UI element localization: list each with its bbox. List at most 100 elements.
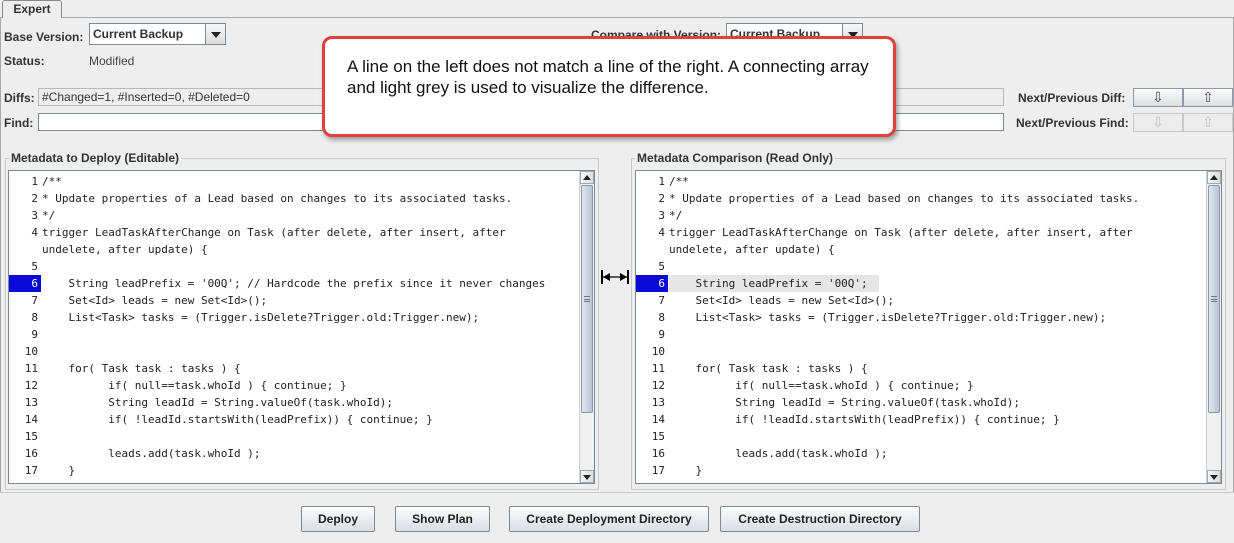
code-line: */ — [669, 209, 683, 222]
find-label: Find: — [4, 116, 34, 130]
line-number: 13 — [24, 396, 38, 409]
code-line: trigger LeadTaskAfterChange on Task (aft… — [42, 226, 506, 239]
line-number: 17 — [651, 464, 665, 477]
code-line: Set<Id> leads = new Set<Id>(); — [42, 294, 268, 307]
line-number: 16 — [651, 447, 665, 460]
right-code-editor[interactable]: 1 2 3 4 5 6 7 8 9 10 11 12 13 14 15 16 17 /** * Update pr… — [635, 170, 1222, 484]
code-line: * Update properties of a Lead based on c… — [42, 192, 513, 205]
code-line: String leadId = String.valueOf(task.whoI… — [669, 396, 1020, 409]
line-number: 2 — [658, 192, 665, 205]
left-code-editor[interactable]: 1 2 3 4 5 6 7 8 9 10 11 12 13 14 15 16 17 /** * Update pr… — [8, 170, 595, 484]
line-number: 7 — [658, 294, 665, 307]
next-find-button[interactable]: ⇩ — [1133, 113, 1183, 132]
create-deployment-directory-button[interactable]: Create Deployment Directory — [509, 506, 709, 532]
code-line: for( Task task : tasks ) { — [669, 362, 868, 375]
line-number: 8 — [658, 311, 665, 324]
next-previous-diff-label: Next/Previous Diff: — [1018, 91, 1126, 105]
line-number: 15 — [651, 430, 665, 443]
left-code-area[interactable]: /** * Update properties of a Lead based o… — [42, 171, 579, 483]
line-number: 1 — [658, 175, 665, 188]
line-number: 5 — [658, 260, 665, 273]
line-number: 11 — [24, 362, 38, 375]
line-number: 3 — [31, 209, 38, 222]
line-number: 2 — [31, 192, 38, 205]
code-line: */ — [42, 209, 56, 222]
base-version-value: Current Backup — [93, 27, 184, 41]
diffs-summary-text: #Changed=1, #Inserted=0, #Deleted=0 — [42, 90, 250, 104]
line-number: 8 — [31, 311, 38, 324]
code-line: } — [42, 464, 76, 477]
next-previous-find-label: Next/Previous Find: — [1016, 116, 1129, 130]
line-number: 15 — [24, 430, 38, 443]
right-panel-title: Metadata Comparison (Read Only) — [635, 151, 836, 165]
line-number: 7 — [31, 294, 38, 307]
left-vertical-scrollbar[interactable] — [579, 171, 594, 483]
code-line: String leadPrefix = '00Q'; // Hardcode t… — [42, 277, 546, 290]
code-line: /** — [42, 175, 62, 188]
line-number — [636, 241, 665, 258]
code-line: leads.add(task.whoId ); — [42, 447, 261, 460]
scroll-up-icon[interactable] — [1207, 171, 1221, 184]
line-number: 11 — [651, 362, 665, 375]
right-vertical-scrollbar[interactable] — [1206, 171, 1221, 483]
line-number: 14 — [24, 413, 38, 426]
bottom-button-bar: Deploy Show Plan Create Deployment Direc… — [0, 492, 1234, 543]
tab-strip: Expert — [0, 0, 1234, 19]
line-number: 9 — [658, 328, 665, 341]
status-label: Status: — [4, 54, 45, 68]
right-code-area[interactable]: /** * Update properties of a Lead based o… — [669, 171, 1206, 483]
line-number: 13 — [651, 396, 665, 409]
code-line: /** — [669, 175, 689, 188]
code-line: if( !leadId.startsWith(leadPrefix)) { co… — [669, 413, 1060, 426]
left-scroll-thumb[interactable] — [581, 185, 593, 413]
scroll-down-icon[interactable] — [580, 470, 594, 483]
code-line: * Update properties of a Lead based on c… — [669, 192, 1140, 205]
line-number: 5 — [31, 260, 38, 273]
base-version-label: Base Version: — [4, 30, 84, 44]
line-number: 4 — [31, 226, 38, 239]
chevron-down-icon[interactable] — [205, 24, 225, 44]
base-version-select[interactable]: Current Backup — [89, 23, 226, 45]
line-number: 6 — [9, 275, 41, 292]
arrow-down-icon: ⇩ — [1152, 89, 1164, 105]
code-line: String leadPrefix = '00Q'; — [669, 275, 879, 292]
create-destruction-directory-button[interactable]: Create Destruction Directory — [720, 506, 920, 532]
next-diff-button[interactable]: ⇩ — [1133, 88, 1183, 107]
line-number — [9, 241, 38, 258]
annotation-callout: A line on the left does not match a line… — [322, 36, 896, 137]
scroll-up-icon[interactable] — [580, 171, 594, 184]
code-line: undelete, after update) { — [669, 243, 835, 256]
line-number: 17 — [24, 464, 38, 477]
arrow-up-icon: ⇧ — [1202, 89, 1214, 105]
code-line: if( 0==leads.size()) { return; } — [669, 479, 907, 483]
previous-find-button[interactable]: ⇧ — [1183, 113, 1233, 132]
line-number: 16 — [24, 447, 38, 460]
code-line: if( null==task.whoId ) { continue; } — [669, 379, 974, 392]
code-line: } — [669, 464, 703, 477]
left-panel-title: Metadata to Deploy (Editable) — [9, 151, 182, 165]
line-number: 12 — [24, 379, 38, 392]
diff-connector-arrow-icon — [601, 270, 629, 284]
code-line: leads.add(task.whoId ); — [669, 447, 888, 460]
arrow-up-icon: ⇧ — [1202, 114, 1214, 130]
scroll-down-icon[interactable] — [1207, 470, 1221, 483]
diffs-label: Diffs: — [4, 91, 35, 105]
code-line: String leadId = String.valueOf(task.whoI… — [42, 396, 393, 409]
status-value: Modified — [89, 54, 135, 68]
left-line-number-gutter: 1 2 3 4 5 6 7 8 9 10 11 12 13 14 15 16 17 — [9, 171, 41, 483]
line-number: 6 — [636, 275, 668, 292]
deploy-button[interactable]: Deploy — [301, 506, 375, 532]
show-plan-button[interactable]: Show Plan — [395, 506, 490, 532]
line-number: 9 — [31, 328, 38, 341]
code-line: List<Task> tasks = (Trigger.isDelete?Tri… — [42, 311, 480, 324]
arrow-down-icon: ⇩ — [1152, 114, 1164, 130]
line-number: 14 — [651, 413, 665, 426]
tab-expert[interactable]: Expert — [2, 0, 62, 19]
right-scroll-thumb[interactable] — [1208, 185, 1220, 413]
previous-diff-button[interactable]: ⇧ — [1183, 88, 1233, 107]
code-line: if( null==task.whoId ) { continue; } — [42, 379, 347, 392]
right-line-number-gutter: 1 2 3 4 5 6 7 8 9 10 11 12 13 14 15 16 17 — [636, 171, 668, 483]
line-number: 4 — [658, 226, 665, 239]
line-number: 3 — [658, 209, 665, 222]
code-line: trigger LeadTaskAfterChange on Task (aft… — [669, 226, 1133, 239]
